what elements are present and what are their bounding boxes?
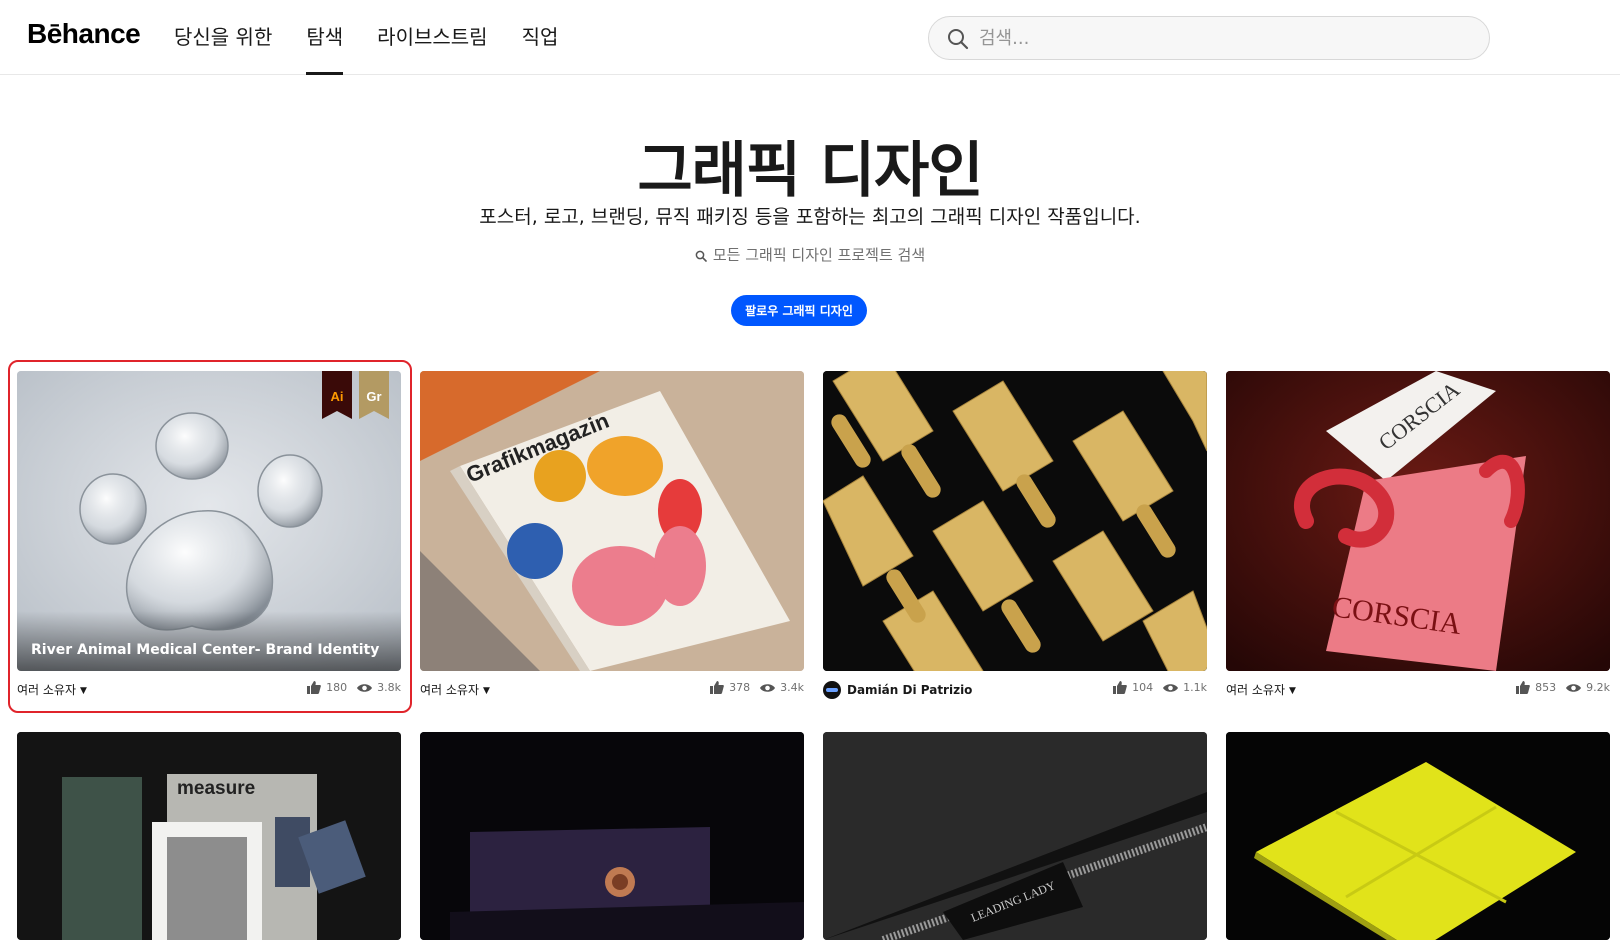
search-box xyxy=(928,16,1490,60)
search-icon xyxy=(695,250,707,262)
views: 1.1k xyxy=(1163,681,1207,694)
project-title[interactable]: River Animal Medical Center- Brand Ident… xyxy=(31,642,379,658)
project-meta: 여러 소유자 ▼ 853 9.2k xyxy=(1226,679,1610,699)
graphic-design-badge: Gr xyxy=(359,371,389,419)
owners-dropdown[interactable]: 여러 소유자 ▼ xyxy=(17,681,87,698)
gold-bottles-image xyxy=(823,371,1207,671)
search-input[interactable] xyxy=(979,17,1469,59)
page-title: 그래픽 디자인 xyxy=(637,136,983,206)
project-thumbnail[interactable] xyxy=(420,732,804,940)
illustrator-badge: Ai xyxy=(322,371,352,419)
thumbs-up-icon xyxy=(307,681,321,694)
eye-icon xyxy=(760,683,776,692)
project-thumbnail[interactable] xyxy=(1226,732,1610,940)
project-thumbnail[interactable]: Grafikmagazin xyxy=(420,371,804,671)
pink-card-image: CORSCIA CORSCIA xyxy=(1226,371,1610,671)
thumbs-up-icon xyxy=(1113,681,1127,694)
main-nav: 당신을 위한 탐색 라이브스트림 직업 xyxy=(174,0,592,75)
appreciations: 180 xyxy=(307,681,347,694)
nav-explore[interactable]: 탐색 xyxy=(306,0,343,75)
avatar xyxy=(823,681,841,699)
project-thumbnail[interactable]: measure xyxy=(17,732,401,940)
project-thumbnail[interactable]: Ai Gr River Animal Medical Center- Brand… xyxy=(17,371,401,671)
project-stats: 180 3.8k xyxy=(297,681,401,694)
leather-pouch-image: LEADING LADY xyxy=(823,732,1207,940)
project-meta: 여러 소유자 ▼ 180 3.8k xyxy=(17,679,401,699)
appreciations: 853 xyxy=(1516,681,1556,694)
owners-dropdown[interactable]: 여러 소유자 ▼ xyxy=(1226,681,1296,698)
search-all-link[interactable]: 모든 그래픽 디자인 프로젝트 검색 xyxy=(0,244,1620,265)
page-subtitle: 포스터, 로고, 브랜딩, 뮤직 패키징 등을 포함하는 최고의 그래픽 디자인… xyxy=(479,206,1141,228)
search-all-label: 모든 그래픽 디자인 프로젝트 검색 xyxy=(712,246,926,264)
eye-icon xyxy=(1566,683,1582,692)
eye-icon xyxy=(357,683,373,692)
behance-logo[interactable]: Bēhance xyxy=(27,18,141,50)
owners-dropdown[interactable]: 여러 소유자 ▼ xyxy=(420,681,490,698)
owner-link[interactable]: Damián Di Patrizio xyxy=(823,681,972,699)
caret-down-icon: ▼ xyxy=(80,686,87,696)
project-stats: 853 9.2k xyxy=(1506,681,1610,694)
thumbs-up-icon xyxy=(710,681,724,694)
project-stats: 378 3.4k xyxy=(700,681,804,694)
project-thumbnail[interactable] xyxy=(823,371,1207,671)
project-thumbnail[interactable]: CORSCIA CORSCIA xyxy=(1226,371,1610,671)
follow-button[interactable]: 팔로우 그래픽 디자인 xyxy=(731,295,867,326)
caret-down-icon: ▼ xyxy=(1289,686,1296,696)
appreciations: 104 xyxy=(1113,681,1153,694)
svg-text:measure: measure xyxy=(177,778,255,799)
views: 3.4k xyxy=(760,681,804,694)
nav-livestream[interactable]: 라이브스트림 xyxy=(377,0,487,75)
project-title-overlay: River Animal Medical Center- Brand Ident… xyxy=(17,611,401,671)
measure-stationery-image: measure xyxy=(17,732,401,940)
magazine-image: Grafikmagazin xyxy=(420,371,804,671)
nav-for-you[interactable]: 당신을 위한 xyxy=(174,0,272,75)
caret-down-icon: ▼ xyxy=(483,686,490,696)
purple-box-image xyxy=(420,732,804,940)
eye-icon xyxy=(1163,683,1179,692)
views: 3.8k xyxy=(357,681,401,694)
thumbs-up-icon xyxy=(1516,681,1530,694)
nav-jobs[interactable]: 직업 xyxy=(522,0,559,75)
views: 9.2k xyxy=(1566,681,1610,694)
search-icon xyxy=(948,29,969,50)
top-header: Bēhance 당신을 위한 탐색 라이브스트림 직업 xyxy=(0,0,1620,75)
project-thumbnail[interactable]: LEADING LADY xyxy=(823,732,1207,940)
yellow-book-image xyxy=(1226,732,1610,940)
project-meta: 여러 소유자 ▼ 378 3.4k xyxy=(420,679,804,699)
project-meta: Damián Di Patrizio 104 1.1k xyxy=(823,679,1207,699)
appreciations: 378 xyxy=(710,681,750,694)
project-stats: 104 1.1k xyxy=(1103,681,1207,694)
